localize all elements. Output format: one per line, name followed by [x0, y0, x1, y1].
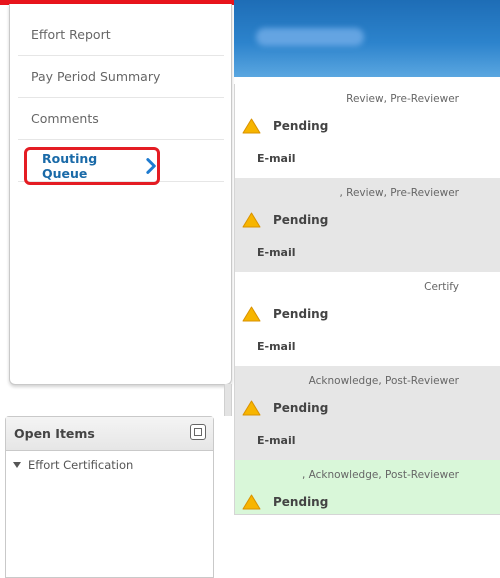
queue-row: , Acknowledge, Post-Reviewer Pending [235, 460, 500, 514]
status-label: Pending [273, 213, 329, 227]
queue-status: Pending [242, 306, 328, 322]
redacted-name [256, 28, 364, 46]
queue-role: Acknowledge, Post-Reviewer [308, 375, 459, 387]
maximize-icon[interactable] [190, 424, 206, 440]
queue-row: Certify Pending E-mail [235, 272, 500, 366]
queue-status: Pending [242, 494, 328, 510]
queue-role: , Review, Pre-Reviewer [339, 187, 459, 199]
status-label: Pending [273, 495, 329, 509]
tree-item-effort-certification[interactable]: Effort Certification [6, 458, 213, 472]
nav-item-pay-period-summary[interactable]: Pay Period Summary [18, 56, 224, 98]
email-link[interactable]: E-mail [257, 246, 296, 259]
routing-queue-list: Review, Pre-Reviewer Pending E-mail , Re… [234, 84, 500, 515]
status-label: Pending [273, 307, 329, 321]
queue-row: , Review, Pre-Reviewer Pending E-mail [235, 178, 500, 272]
queue-status: Pending [242, 212, 328, 228]
warning-triangle-icon [242, 118, 261, 134]
caret-down-icon[interactable] [13, 462, 21, 468]
nav-item-label: Pay Period Summary [31, 69, 161, 84]
navigation-panel: Effort Report Pay Period Summary Comment… [9, 4, 232, 385]
panel-splitter[interactable] [224, 384, 232, 416]
email-link[interactable]: E-mail [257, 152, 296, 165]
queue-row: Review, Pre-Reviewer Pending E-mail [235, 84, 500, 178]
chevron-right-icon [146, 158, 156, 174]
queue-role: Certify [424, 281, 459, 293]
open-items-title: Open Items [14, 426, 95, 441]
tree-item-label: Effort Certification [28, 458, 134, 472]
status-label: Pending [273, 401, 329, 415]
warning-triangle-icon [242, 494, 261, 510]
queue-role: Review, Pre-Reviewer [346, 93, 459, 105]
open-items-panel: Open Items Effort Certification [5, 416, 214, 578]
queue-row: Acknowledge, Post-Reviewer Pending E-mai… [235, 366, 500, 460]
nav-item-label: Effort Report [31, 27, 111, 42]
nav-item-label: Routing Queue [42, 151, 98, 181]
warning-triangle-icon [242, 306, 261, 322]
nav-item-routing-queue[interactable]: Routing Queue [24, 147, 160, 185]
nav-item-effort-report[interactable]: Effort Report [18, 14, 224, 56]
nav-item-label: Comments [31, 111, 99, 126]
open-items-header: Open Items [6, 417, 213, 451]
email-link[interactable]: E-mail [257, 434, 296, 447]
header-banner [234, 0, 500, 77]
status-label: Pending [273, 119, 329, 133]
warning-triangle-icon [242, 400, 261, 416]
warning-triangle-icon [242, 212, 261, 228]
queue-role: , Acknowledge, Post-Reviewer [301, 469, 459, 481]
nav-item-comments[interactable]: Comments [18, 98, 224, 140]
email-link[interactable]: E-mail [257, 340, 296, 353]
queue-status: Pending [242, 400, 328, 416]
queue-status: Pending [242, 118, 328, 134]
